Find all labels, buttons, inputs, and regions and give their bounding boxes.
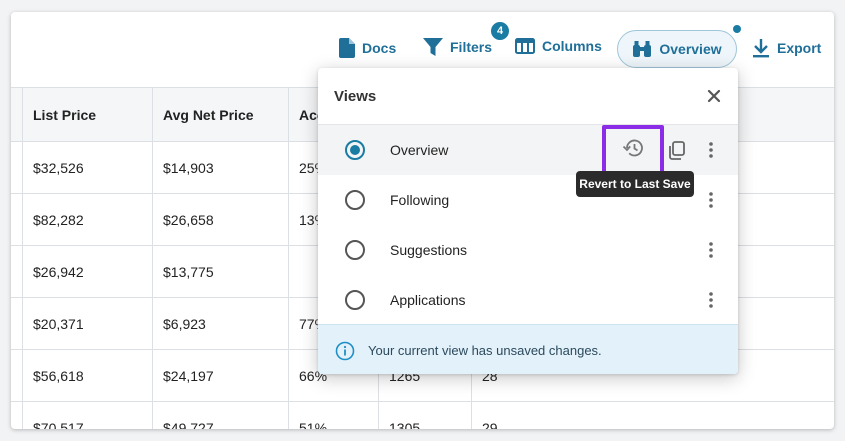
more-options-icon[interactable] (702, 240, 720, 260)
table-cell: $32,526 (22, 142, 152, 193)
view-label: Overview (390, 142, 449, 158)
docs-button[interactable]: Docs (339, 38, 396, 58)
view-label: Following (390, 192, 450, 208)
unsaved-changes-text: Your current view has unsaved changes. (368, 343, 602, 358)
view-label: Applications (390, 292, 466, 308)
header-cell-gutter (11, 88, 22, 141)
more-options-icon[interactable] (702, 290, 720, 310)
row-gutter (11, 194, 22, 245)
table-cell: $70,517 (22, 402, 152, 429)
unsaved-changes-banner: Your current view has unsaved changes. (318, 324, 738, 374)
view-radio[interactable] (345, 290, 365, 310)
info-icon (335, 341, 355, 366)
docs-label: Docs (362, 40, 397, 56)
header-cell[interactable]: List Price (22, 88, 152, 141)
table-cell: $49,727 (152, 402, 288, 429)
revert-button[interactable] (602, 125, 664, 175)
row-gutter (11, 402, 22, 429)
table-cell: $24,197 (152, 350, 288, 401)
document-icon (339, 38, 355, 58)
columns-icon (515, 38, 535, 54)
unsaved-indicator-dot (733, 25, 741, 33)
revert-tooltip: Revert to Last Save (576, 171, 694, 197)
row-gutter (11, 350, 22, 401)
filter-icon (423, 38, 443, 56)
filters-button[interactable]: Filters (423, 38, 492, 56)
header-cell[interactable]: Avg Net Price (152, 88, 288, 141)
table-row[interactable]: $70,517 $49,727 51% 1305 29 (11, 402, 834, 429)
export-button[interactable]: Export (752, 38, 821, 58)
table-cell: $13,775 (152, 246, 288, 297)
views-popup: Views Overview Following Suggestions App… (318, 68, 738, 374)
table-cell: $14,903 (152, 142, 288, 193)
table-cell: $56,618 (22, 350, 152, 401)
filters-count-badge: 4 (489, 20, 511, 42)
close-icon[interactable] (704, 86, 724, 106)
views-popup-title: Views (334, 88, 377, 105)
row-gutter (11, 246, 22, 297)
table-cell: $20,371 (22, 298, 152, 349)
more-options-icon[interactable] (702, 140, 720, 160)
view-item-overview[interactable]: Overview (318, 125, 738, 175)
table-cell: $26,942 (22, 246, 152, 297)
views-label: Overview (659, 41, 722, 57)
row-gutter (11, 298, 22, 349)
table-cell: 1305 (378, 402, 471, 429)
table-cell: 51% (288, 402, 378, 429)
view-item-applications[interactable]: Applications (318, 275, 738, 325)
columns-button[interactable]: Columns (515, 38, 602, 54)
history-icon (622, 138, 644, 163)
view-radio[interactable] (345, 240, 365, 260)
columns-label: Columns (542, 38, 602, 54)
copy-icon[interactable] (666, 139, 688, 161)
views-button[interactable]: Overview (617, 30, 737, 68)
view-label: Suggestions (390, 242, 468, 258)
table-cell: 29 (471, 402, 834, 429)
filters-label: Filters (450, 39, 493, 55)
view-item-suggestions[interactable]: Suggestions (318, 225, 738, 275)
export-label: Export (777, 40, 822, 56)
table-cell: $6,923 (152, 298, 288, 349)
binoculars-icon (632, 40, 652, 58)
table-cell: $26,658 (152, 194, 288, 245)
row-gutter (11, 142, 22, 193)
view-radio[interactable] (345, 140, 365, 160)
more-options-icon[interactable] (702, 190, 720, 210)
download-icon (752, 38, 770, 58)
view-radio[interactable] (345, 190, 365, 210)
table-cell: $82,282 (22, 194, 152, 245)
